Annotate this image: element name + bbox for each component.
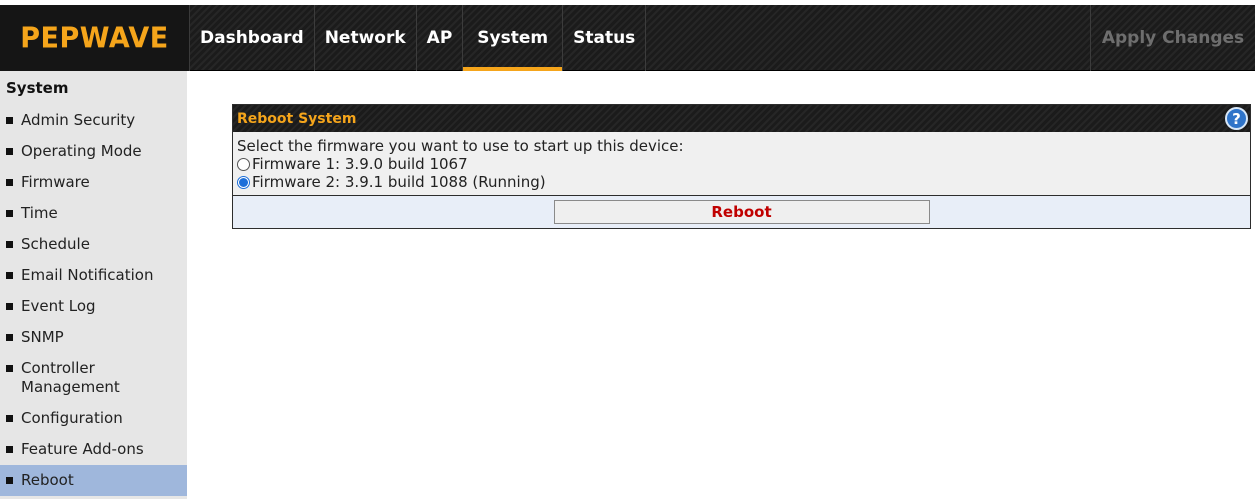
- sidebar-item-firmware[interactable]: Firmware: [0, 167, 187, 198]
- tab-dashboard[interactable]: Dashboard: [190, 5, 315, 71]
- reboot-button[interactable]: Reboot: [553, 200, 930, 224]
- sidebar-item-time[interactable]: Time: [0, 198, 187, 229]
- firmware-2-option[interactable]: Firmware 2: 3.9.1 build 1088 (Running): [237, 173, 1245, 191]
- sidebar-item-label: Firmware: [21, 173, 90, 191]
- firmware-1-radio[interactable]: [237, 157, 250, 171]
- sidebar-item-admin-security[interactable]: Admin Security: [0, 105, 187, 136]
- sidebar-item-label: Configuration: [21, 409, 123, 427]
- sidebar-item-label: Schedule: [21, 235, 90, 253]
- bullet-icon: [6, 303, 13, 310]
- top-navigation-bar: PEPWAVE Dashboard Network AP System Stat…: [0, 5, 1255, 71]
- bullet-icon: [6, 272, 13, 279]
- sidebar-item-label: SNMP: [21, 328, 64, 346]
- bullet-icon: [6, 148, 13, 155]
- bullet-icon: [6, 210, 13, 217]
- tab-system[interactable]: System: [463, 5, 564, 71]
- panel-header: Reboot System ?: [233, 105, 1250, 132]
- firmware-prompt: Select the firmware you want to use to s…: [237, 137, 684, 155]
- panel-body: Select the firmware you want to use to s…: [233, 132, 1250, 196]
- firmware-1-label: Firmware 1: 3.9.0 build 1067: [252, 155, 468, 173]
- sidebar-item-feature-add-ons[interactable]: Feature Add-ons: [0, 434, 187, 465]
- bullet-icon: [6, 334, 13, 341]
- sidebar-item-configuration[interactable]: Configuration: [0, 403, 187, 434]
- tab-status[interactable]: Status: [563, 5, 647, 71]
- sidebar-item-label: Time: [21, 204, 58, 222]
- bullet-icon: [6, 415, 13, 422]
- logo-text: PEPWAVE: [20, 21, 169, 55]
- reboot-system-panel: Reboot System ? Select the firmware you …: [232, 104, 1251, 229]
- tab-ap[interactable]: AP: [417, 5, 464, 71]
- sidebar-item-operating-mode[interactable]: Operating Mode: [0, 136, 187, 167]
- help-icon[interactable]: ?: [1225, 107, 1248, 130]
- sidebar-item-label: Controller Management: [21, 359, 120, 396]
- sidebar-item-label: Event Log: [21, 297, 96, 315]
- bullet-icon: [6, 179, 13, 186]
- sidebar-item-reboot[interactable]: Reboot: [0, 465, 187, 496]
- firmware-1-option[interactable]: Firmware 1: 3.9.0 build 1067: [237, 155, 1245, 173]
- firmware-2-label: Firmware 2: 3.9.1 build 1088 (Running): [252, 173, 546, 191]
- sidebar-item-label: Feature Add-ons: [21, 440, 144, 458]
- pepwave-logo[interactable]: PEPWAVE: [0, 5, 190, 71]
- bullet-icon: [6, 117, 13, 124]
- firmware-2-radio[interactable]: [237, 175, 250, 189]
- sidebar-item-snmp[interactable]: SNMP: [0, 322, 187, 353]
- bullet-icon: [6, 446, 13, 453]
- sidebar-item-controller-management[interactable]: Controller Management: [0, 353, 150, 403]
- sidebar-heading: System: [6, 79, 69, 97]
- panel-title: Reboot System: [237, 110, 357, 127]
- sidebar-item-label: Reboot: [21, 471, 74, 489]
- apply-changes-button[interactable]: Apply Changes: [1090, 5, 1255, 71]
- main-nav: Dashboard Network AP System Status: [190, 5, 647, 71]
- sidebar-item-label: Admin Security: [21, 111, 136, 129]
- bullet-icon: [6, 477, 13, 484]
- sidebar-item-email-notification[interactable]: Email Notification: [0, 260, 187, 291]
- sidebar: System Admin Security Operating Mode Fir…: [0, 71, 187, 499]
- bullet-icon: [6, 365, 13, 372]
- bullet-icon: [6, 241, 13, 248]
- sidebar-item-schedule[interactable]: Schedule: [0, 229, 187, 260]
- tab-network[interactable]: Network: [315, 5, 417, 71]
- sidebar-item-label: Email Notification: [21, 266, 154, 284]
- panel-footer: Reboot: [233, 196, 1250, 228]
- sidebar-item-event-log[interactable]: Event Log: [0, 291, 187, 322]
- sidebar-item-label: Operating Mode: [21, 142, 142, 160]
